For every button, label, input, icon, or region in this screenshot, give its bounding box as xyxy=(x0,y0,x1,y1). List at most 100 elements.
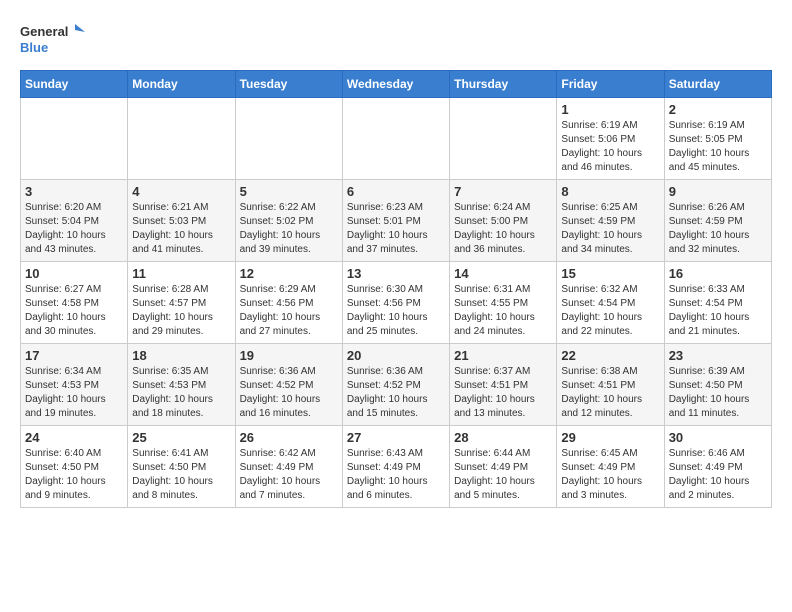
calendar-cell xyxy=(128,98,235,180)
calendar-cell: 9 Sunrise: 6:26 AM Sunset: 4:59 PM Daylig… xyxy=(664,180,771,262)
calendar-table: SundayMondayTuesdayWednesdayThursdayFrid… xyxy=(20,70,772,508)
calendar-cell: 11 Sunrise: 6:28 AM Sunset: 4:57 PM Dayli… xyxy=(128,262,235,344)
day-number: 24 xyxy=(25,430,123,445)
day-info: Sunrise: 6:32 AM Sunset: 4:54 PM Dayligh… xyxy=(561,283,659,339)
day-info: Sunrise: 6:25 AM Sunset: 4:59 PM Dayligh… xyxy=(561,201,659,257)
day-info: Sunrise: 6:29 AM Sunset: 4:56 PM Dayligh… xyxy=(240,283,338,339)
calendar-cell xyxy=(342,98,449,180)
weekday-header: Thursday xyxy=(450,71,557,98)
day-info: Sunrise: 6:21 AM Sunset: 5:03 PM Dayligh… xyxy=(132,201,230,257)
calendar-cell: 20 Sunrise: 6:36 AM Sunset: 4:52 PM Dayli… xyxy=(342,344,449,426)
calendar-week-row: 10 Sunrise: 6:27 AM Sunset: 4:58 PM Dayli… xyxy=(21,262,772,344)
day-info: Sunrise: 6:46 AM Sunset: 4:49 PM Dayligh… xyxy=(669,447,767,503)
day-info: Sunrise: 6:39 AM Sunset: 4:50 PM Dayligh… xyxy=(669,365,767,421)
day-number: 26 xyxy=(240,430,338,445)
day-number: 30 xyxy=(669,430,767,445)
calendar-cell xyxy=(21,98,128,180)
calendar-cell: 6 Sunrise: 6:23 AM Sunset: 5:01 PM Daylig… xyxy=(342,180,449,262)
day-info: Sunrise: 6:20 AM Sunset: 5:04 PM Dayligh… xyxy=(25,201,123,257)
day-number: 3 xyxy=(25,184,123,199)
calendar-week-row: 3 Sunrise: 6:20 AM Sunset: 5:04 PM Daylig… xyxy=(21,180,772,262)
day-number: 1 xyxy=(561,102,659,117)
day-number: 13 xyxy=(347,266,445,281)
calendar-cell: 12 Sunrise: 6:29 AM Sunset: 4:56 PM Dayli… xyxy=(235,262,342,344)
calendar-cell: 16 Sunrise: 6:33 AM Sunset: 4:54 PM Dayli… xyxy=(664,262,771,344)
calendar-cell: 13Sunrise: 6:30 AM Sunset: 4:56 PM Dayli… xyxy=(342,262,449,344)
calendar-cell: 25Sunrise: 6:41 AM Sunset: 4:50 PM Dayli… xyxy=(128,426,235,508)
calendar-cell: 10 Sunrise: 6:27 AM Sunset: 4:58 PM Dayli… xyxy=(21,262,128,344)
day-info: Sunrise: 6:33 AM Sunset: 4:54 PM Dayligh… xyxy=(669,283,767,339)
day-info: Sunrise: 6:34 AM Sunset: 4:53 PM Dayligh… xyxy=(25,365,123,421)
calendar-cell: 24Sunrise: 6:40 AM Sunset: 4:50 PM Dayli… xyxy=(21,426,128,508)
day-info: Sunrise: 6:24 AM Sunset: 5:00 PM Dayligh… xyxy=(454,201,552,257)
day-number: 2 xyxy=(669,102,767,117)
day-number: 22 xyxy=(561,348,659,363)
calendar-cell: 7 Sunrise: 6:24 AM Sunset: 5:00 PM Daylig… xyxy=(450,180,557,262)
day-number: 28 xyxy=(454,430,552,445)
day-number: 7 xyxy=(454,184,552,199)
calendar-cell: 5Sunrise: 6:22 AM Sunset: 5:02 PM Daylig… xyxy=(235,180,342,262)
calendar-cell xyxy=(450,98,557,180)
svg-text:General: General xyxy=(20,24,68,39)
calendar-cell: 18 Sunrise: 6:35 AM Sunset: 4:53 PM Dayli… xyxy=(128,344,235,426)
weekday-header: Saturday xyxy=(664,71,771,98)
day-number: 20 xyxy=(347,348,445,363)
calendar-cell: 4 Sunrise: 6:21 AM Sunset: 5:03 PM Daylig… xyxy=(128,180,235,262)
day-number: 8 xyxy=(561,184,659,199)
day-number: 12 xyxy=(240,266,338,281)
day-info: Sunrise: 6:27 AM Sunset: 4:58 PM Dayligh… xyxy=(25,283,123,339)
calendar-cell: 29 Sunrise: 6:45 AM Sunset: 4:49 PM Dayli… xyxy=(557,426,664,508)
day-info: Sunrise: 6:36 AM Sunset: 4:52 PM Dayligh… xyxy=(240,365,338,421)
calendar-week-row: 1 Sunrise: 6:19 AM Sunset: 5:06 PM Daylig… xyxy=(21,98,772,180)
day-number: 10 xyxy=(25,266,123,281)
generalblue-logo-icon: General Blue xyxy=(20,20,90,60)
day-number: 14 xyxy=(454,266,552,281)
day-info: Sunrise: 6:19 AM Sunset: 5:06 PM Dayligh… xyxy=(561,119,659,175)
day-info: Sunrise: 6:23 AM Sunset: 5:01 PM Dayligh… xyxy=(347,201,445,257)
day-info: Sunrise: 6:38 AM Sunset: 4:51 PM Dayligh… xyxy=(561,365,659,421)
logo: General Blue xyxy=(20,20,90,60)
calendar-cell: 3 Sunrise: 6:20 AM Sunset: 5:04 PM Daylig… xyxy=(21,180,128,262)
day-number: 21 xyxy=(454,348,552,363)
svg-text:Blue: Blue xyxy=(20,40,48,55)
day-number: 17 xyxy=(25,348,123,363)
calendar-cell: 26 Sunrise: 6:42 AM Sunset: 4:49 PM Dayli… xyxy=(235,426,342,508)
day-number: 29 xyxy=(561,430,659,445)
calendar-cell: 23 Sunrise: 6:39 AM Sunset: 4:50 PM Dayli… xyxy=(664,344,771,426)
calendar-cell: 30 Sunrise: 6:46 AM Sunset: 4:49 PM Dayli… xyxy=(664,426,771,508)
day-number: 16 xyxy=(669,266,767,281)
calendar-cell: 8 Sunrise: 6:25 AM Sunset: 4:59 PM Daylig… xyxy=(557,180,664,262)
day-info: Sunrise: 6:37 AM Sunset: 4:51 PM Dayligh… xyxy=(454,365,552,421)
day-info: Sunrise: 6:35 AM Sunset: 4:53 PM Dayligh… xyxy=(132,365,230,421)
day-number: 19 xyxy=(240,348,338,363)
day-number: 4 xyxy=(132,184,230,199)
calendar-cell: 19 Sunrise: 6:36 AM Sunset: 4:52 PM Dayli… xyxy=(235,344,342,426)
day-number: 11 xyxy=(132,266,230,281)
day-info: Sunrise: 6:22 AM Sunset: 5:02 PM Dayligh… xyxy=(240,201,338,257)
day-info: Sunrise: 6:45 AM Sunset: 4:49 PM Dayligh… xyxy=(561,447,659,503)
day-info: Sunrise: 6:26 AM Sunset: 4:59 PM Dayligh… xyxy=(669,201,767,257)
day-info: Sunrise: 6:42 AM Sunset: 4:49 PM Dayligh… xyxy=(240,447,338,503)
calendar-cell: 14Sunrise: 6:31 AM Sunset: 4:55 PM Dayli… xyxy=(450,262,557,344)
day-number: 18 xyxy=(132,348,230,363)
day-number: 23 xyxy=(669,348,767,363)
day-info: Sunrise: 6:36 AM Sunset: 4:52 PM Dayligh… xyxy=(347,365,445,421)
weekday-header: Wednesday xyxy=(342,71,449,98)
day-info: Sunrise: 6:19 AM Sunset: 5:05 PM Dayligh… xyxy=(669,119,767,175)
weekday-header: Friday xyxy=(557,71,664,98)
calendar-cell: 28 Sunrise: 6:44 AM Sunset: 4:49 PM Dayli… xyxy=(450,426,557,508)
day-info: Sunrise: 6:44 AM Sunset: 4:49 PM Dayligh… xyxy=(454,447,552,503)
calendar-header-row: SundayMondayTuesdayWednesdayThursdayFrid… xyxy=(21,71,772,98)
weekday-header: Monday xyxy=(128,71,235,98)
day-number: 9 xyxy=(669,184,767,199)
calendar-cell: 2 Sunrise: 6:19 AM Sunset: 5:05 PM Daylig… xyxy=(664,98,771,180)
weekday-header: Sunday xyxy=(21,71,128,98)
calendar-cell: 15Sunrise: 6:32 AM Sunset: 4:54 PM Dayli… xyxy=(557,262,664,344)
day-number: 6 xyxy=(347,184,445,199)
day-info: Sunrise: 6:28 AM Sunset: 4:57 PM Dayligh… xyxy=(132,283,230,339)
day-info: Sunrise: 6:41 AM Sunset: 4:50 PM Dayligh… xyxy=(132,447,230,503)
calendar-cell: 1 Sunrise: 6:19 AM Sunset: 5:06 PM Daylig… xyxy=(557,98,664,180)
calendar-cell xyxy=(235,98,342,180)
header: General Blue xyxy=(20,20,772,60)
calendar-week-row: 17 Sunrise: 6:34 AM Sunset: 4:53 PM Dayli… xyxy=(21,344,772,426)
